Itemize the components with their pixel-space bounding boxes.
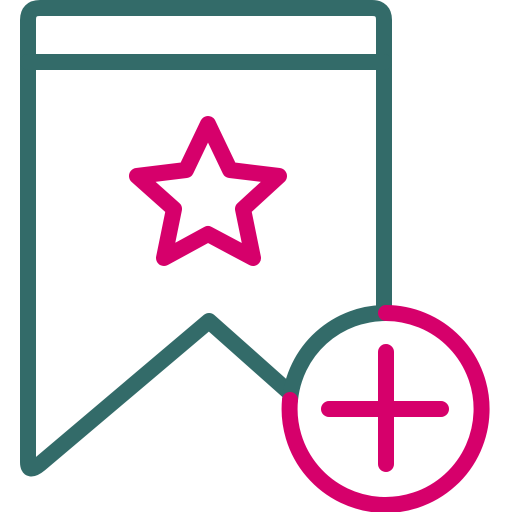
add-bookmark-star-icon [20,0,490,512]
plus-circle-outline-teal [282,304,394,408]
icon-canvas [0,0,512,512]
star-icon [129,116,287,266]
